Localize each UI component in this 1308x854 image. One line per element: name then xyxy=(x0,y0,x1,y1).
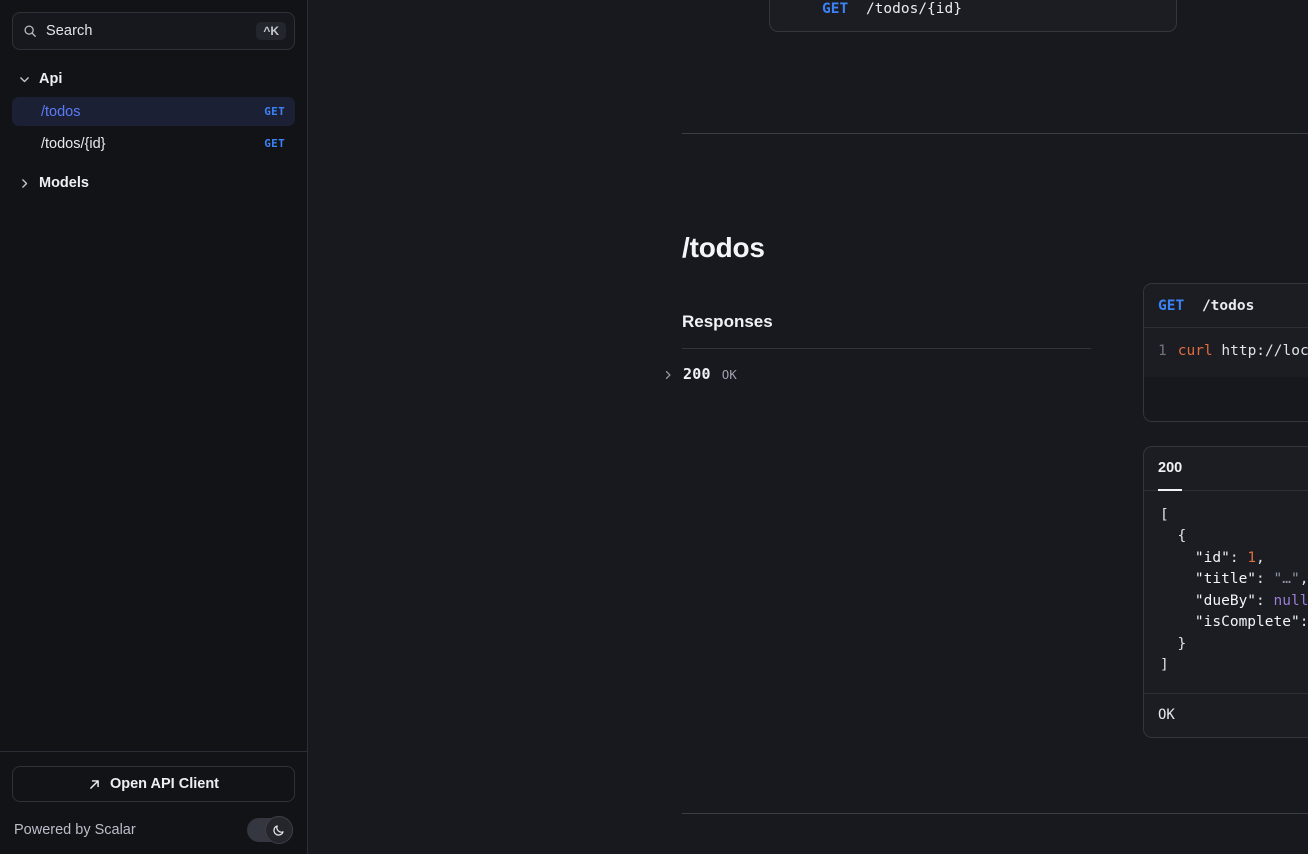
open-api-client-button[interactable]: Open API Client xyxy=(12,766,295,802)
previous-operation-card[interactable]: GET /todos/{id} xyxy=(769,0,1177,32)
request-card-header: GET /todos Shell Curl xyxy=(1144,284,1308,328)
response-json-line: ] xyxy=(1160,655,1308,677)
response-json-token: [ xyxy=(1160,506,1169,523)
chevron-down-icon xyxy=(18,73,31,86)
responses-divider xyxy=(682,348,1091,349)
arrow-up-right-icon xyxy=(88,778,101,791)
response-json-line: { xyxy=(1160,526,1308,548)
response-json-token: 1 xyxy=(1247,549,1257,566)
response-json-line: "dueBy": null, xyxy=(1160,591,1308,613)
example-column: GET /todos Shell Curl 1 curl http://local… xyxy=(1143,283,1308,738)
response-json-token: "id" xyxy=(1194,549,1230,566)
powered-by-label: Powered by Scalar xyxy=(14,822,136,838)
request-example-card: GET /todos Shell Curl 1 curl http://local… xyxy=(1143,283,1308,422)
request-path-label: /todos xyxy=(1201,297,1255,314)
response-row-200[interactable]: 200 OK xyxy=(662,365,1092,383)
search-placeholder: Search xyxy=(46,23,93,39)
request-endpoint: GET /todos xyxy=(1158,298,1254,314)
open-api-client-label: Open API Client xyxy=(109,776,220,792)
response-json-line: "title": "…", xyxy=(1160,569,1308,591)
request-path-label: /todos/{id} xyxy=(865,1,962,17)
sidebar-footer-row: Powered by Scalar xyxy=(12,816,295,844)
request-code-block[interactable]: 1curl http://localhost:5222/todos xyxy=(1144,328,1308,377)
sidebar-item-todos[interactable]: /todos GET xyxy=(12,97,295,126)
previous-operation-request-line: GET /todos/{id} xyxy=(822,1,962,17)
response-json-token: , xyxy=(1256,549,1265,566)
sidebar-nav: Api /todos GET /todos/{id} GET Models xyxy=(0,50,307,751)
sidebar-group-api[interactable]: Api xyxy=(12,64,295,94)
response-json-line: "isComplete": false xyxy=(1160,612,1308,634)
response-json-token: null xyxy=(1273,592,1308,609)
response-status-text-footer: OK xyxy=(1158,707,1175,724)
code-token-command: curl xyxy=(1177,343,1213,359)
sidebar-item-label: /todos xyxy=(41,103,81,120)
search-shortcut-badge: ^K xyxy=(256,22,286,40)
chevron-right-icon xyxy=(662,368,674,380)
request-card-footer: Test Request xyxy=(1144,376,1308,421)
sidebar: Search ^K Api /todos GET /todos/{id} GET xyxy=(0,0,308,854)
http-method-label: GET xyxy=(822,1,849,17)
sidebar-footer: Open API Client Powered by Scalar xyxy=(0,751,307,854)
response-json-token: { xyxy=(1177,528,1187,545)
responses-heading: Responses xyxy=(682,312,773,331)
response-card-footer: OK xyxy=(1144,692,1308,737)
http-method-label: GET xyxy=(1158,297,1185,314)
section-divider-bottom xyxy=(682,813,1308,814)
sidebar-group-models[interactable]: Models xyxy=(12,168,295,198)
response-json-token: "…" xyxy=(1273,571,1300,588)
response-json-token: : xyxy=(1229,549,1248,566)
response-json-line: } xyxy=(1160,634,1308,656)
sidebar-search-area: Search ^K xyxy=(0,0,307,50)
theme-toggle-knob xyxy=(265,816,293,844)
main-content: GET /todos/{id} /todos Responses 200 OK … xyxy=(308,0,1308,854)
response-json-token: : xyxy=(1299,614,1308,631)
response-json-token: "isComplete" xyxy=(1194,614,1300,631)
sidebar-item-method: GET xyxy=(264,105,285,118)
code-token-url-pre: http://localhost: xyxy=(1221,343,1308,359)
response-card-header: 200 Show Schema xyxy=(1144,447,1308,492)
response-json-block[interactable]: [ { "id": 1, "title": "…", "dueBy": null… xyxy=(1144,491,1308,693)
response-json-token: , xyxy=(1299,571,1308,588)
sidebar-item-method: GET xyxy=(264,137,285,150)
search-input[interactable]: Search ^K xyxy=(12,12,295,50)
theme-toggle[interactable] xyxy=(247,816,293,844)
response-status-code: 200 xyxy=(683,365,711,383)
code-line-number: 1 xyxy=(1158,343,1167,359)
response-json-token: : xyxy=(1256,571,1274,588)
operation-description-column: /todos Responses 200 OK xyxy=(665,232,1092,383)
response-status-text: OK xyxy=(721,366,737,382)
response-json-token: ] xyxy=(1160,657,1169,674)
search-icon xyxy=(23,24,37,38)
response-json-token: : xyxy=(1256,592,1274,609)
page-title: /todos xyxy=(682,232,765,263)
moon-icon xyxy=(272,823,286,837)
response-json-token: } xyxy=(1177,635,1187,652)
response-example-card: 200 Show Schema [ { "id": 1, "title": "…… xyxy=(1143,445,1308,738)
response-json-line: [ xyxy=(1160,505,1308,527)
sidebar-item-label: /todos/{id} xyxy=(41,135,106,152)
tab-status-200[interactable]: 200 xyxy=(1158,447,1183,492)
section-divider-top xyxy=(682,133,1308,134)
chevron-right-icon xyxy=(18,177,31,190)
response-json-token: "dueBy" xyxy=(1194,592,1257,609)
response-json-line: "id": 1, xyxy=(1160,548,1308,570)
sidebar-group-label: Api xyxy=(39,71,63,87)
sidebar-group-label: Models xyxy=(39,175,89,191)
sidebar-item-todos-id[interactable]: /todos/{id} GET xyxy=(12,129,295,158)
response-json-token: "title" xyxy=(1194,571,1257,588)
